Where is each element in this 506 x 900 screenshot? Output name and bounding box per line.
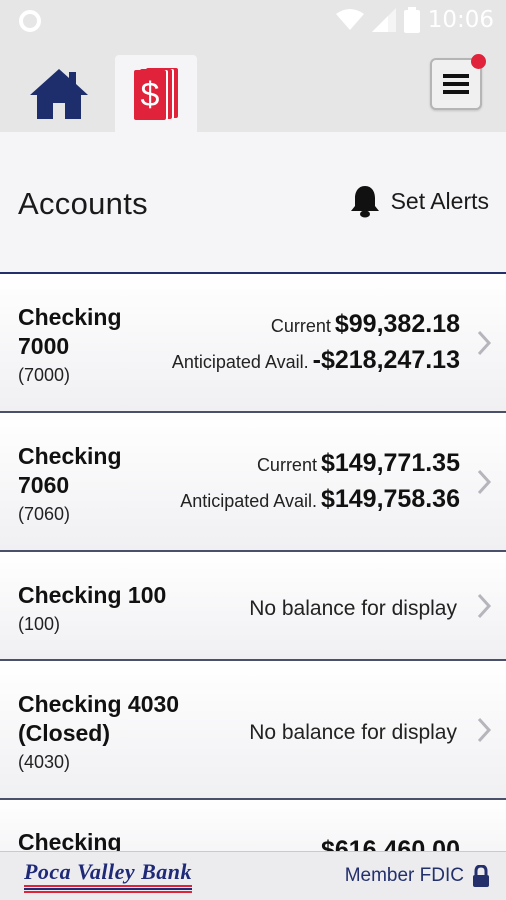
notification-dot <box>471 54 486 69</box>
account-name-line: Checking <box>18 304 122 330</box>
no-balance-text: No balance for display <box>249 721 457 744</box>
account-name-line: (Closed) <box>18 720 110 746</box>
current-balance: $99,382.18 <box>334 310 460 338</box>
hamburger-icon <box>443 74 469 94</box>
available-balance-line: Anticipated Avail. -$218,247.13 <box>172 346 460 382</box>
available-label: Anticipated Avail. <box>180 491 317 511</box>
set-alerts-button[interactable]: Set Alerts <box>349 184 489 218</box>
account-name-line: Checking <box>18 443 122 469</box>
account-row-7000[interactable]: Checking 7000 (7000) Current $99,382.18 … <box>0 274 506 413</box>
member-fdic: Member FDIC <box>345 865 490 887</box>
account-row-100[interactable]: Checking 100 (100) No balance for displa… <box>0 552 506 661</box>
tab-accounts[interactable]: $ <box>115 55 197 132</box>
menu-button[interactable] <box>430 54 486 110</box>
bank-logo: Poca Valley Bank <box>22 859 194 893</box>
balances: Current $149,771.35 Anticipated Avail. $… <box>180 449 460 521</box>
bank-logo-text: Poca Valley Bank <box>23 859 193 884</box>
available-balance: $149,758.36 <box>320 485 460 513</box>
tab-home[interactable] <box>18 55 100 132</box>
account-name-line: Checking 4030 <box>18 691 180 717</box>
no-balance-text: No balance for display <box>249 597 457 620</box>
account-number: (100) <box>18 614 61 634</box>
bell-icon <box>350 186 379 218</box>
account-list: Checking 7000 (7000) Current $99,382.18 … <box>0 274 506 880</box>
account-name: Checking 7060 <box>18 442 122 500</box>
current-balance-line: Current $149,771.35 <box>180 449 460 485</box>
current-label: Current <box>256 455 317 475</box>
battery-icon <box>403 7 420 33</box>
account-number: (7060) <box>18 504 71 524</box>
lock-icon <box>473 865 489 887</box>
status-icons: 10:06 <box>335 6 494 34</box>
current-balance: $149,771.35 <box>320 449 460 477</box>
wifi-icon <box>335 9 364 30</box>
chevron-right-icon <box>477 330 492 356</box>
dollar-cards-icon: $ <box>134 67 178 120</box>
footer: Poca Valley Bank Member FDIC <box>0 851 506 900</box>
status-time: 10:06 <box>427 7 494 33</box>
house-icon <box>30 68 88 119</box>
available-balance-line: Anticipated Avail. $149,758.36 <box>180 485 460 521</box>
set-alerts-label: Set Alerts <box>390 187 489 214</box>
logo-stripes <box>24 885 192 893</box>
account-number: (4030) <box>18 752 71 772</box>
page-title: Accounts <box>18 186 148 221</box>
account-row-7060[interactable]: Checking 7060 (7060) Current $149,771.35… <box>0 413 506 552</box>
accounts-header: Accounts Set Alerts <box>0 132 506 272</box>
account-name: Checking 4030 (Closed) <box>18 690 179 748</box>
available-label: Anticipated Avail. <box>171 352 309 372</box>
available-balance: -$218,247.13 <box>312 346 460 374</box>
balances: Current $99,382.18 Anticipated Avail. -$… <box>172 310 460 382</box>
current-label: Current <box>270 316 331 336</box>
account-name: Checking 100 <box>18 582 167 608</box>
svg-text:$: $ <box>141 76 160 114</box>
status-bar: 10:06 <box>0 0 506 40</box>
current-balance-line: Current $99,382.18 <box>172 310 460 346</box>
account-name-line: 7000 <box>18 333 70 359</box>
account-name: Checking 7000 <box>18 303 122 361</box>
chevron-right-icon <box>477 717 492 743</box>
notification-circle-icon <box>19 10 41 32</box>
top-nav: $ <box>0 40 506 132</box>
chevron-right-icon <box>477 593 492 619</box>
fdic-label: Member FDIC <box>344 865 464 886</box>
account-number: (7000) <box>18 365 71 385</box>
account-row-4030[interactable]: Checking 4030 (Closed) (4030) No balance… <box>0 661 506 800</box>
signal-icon <box>371 8 396 32</box>
account-name-line: 7060 <box>18 472 70 498</box>
chevron-right-icon <box>477 469 492 495</box>
